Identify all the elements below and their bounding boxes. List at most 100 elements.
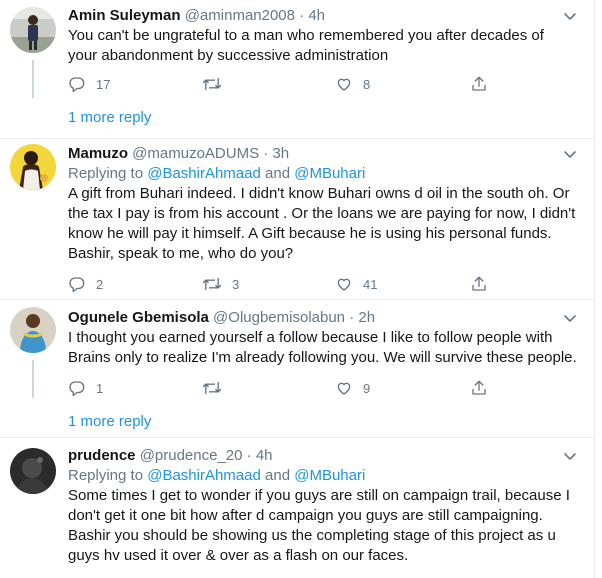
avatar[interactable] xyxy=(10,307,56,353)
mention-link[interactable]: @BashirAhmaad xyxy=(147,467,261,484)
share-button[interactable] xyxy=(470,378,488,398)
separator-dot: · xyxy=(349,309,355,326)
tweet-text-line: Some times I get to wonder if you guys a… xyxy=(68,487,570,504)
retweet-button[interactable]: 3 xyxy=(202,274,239,294)
replying-to-label: Replying to xyxy=(68,467,148,484)
thread-line xyxy=(32,360,34,398)
tweet-header: Mamuzo @mamuzoADUMS · 3h xyxy=(68,144,580,164)
tweet[interactable]: Ogunele Gbemisola @Olugbemisolabun · 2h … xyxy=(0,300,594,438)
tweet-text-line: I thought you earned yourself a follow b… xyxy=(68,329,553,346)
replying-to-and: and xyxy=(260,467,295,484)
reply-button[interactable]: 2 xyxy=(68,274,103,294)
retweet-icon xyxy=(202,277,222,291)
retweet-icon xyxy=(202,77,222,91)
share-icon xyxy=(472,380,486,395)
like-count: 9 xyxy=(363,380,371,396)
reply-count: 17 xyxy=(96,76,111,92)
mention-link[interactable]: @MBuhari xyxy=(294,467,365,484)
display-name[interactable]: Ogunele Gbemisola xyxy=(68,309,209,326)
chevron-down-icon[interactable] xyxy=(560,446,580,466)
chevron-down-icon[interactable] xyxy=(560,6,580,26)
tweet-text-line: You can't be ungrateful to a man who rem… xyxy=(68,27,544,44)
tweet-text-line: know he will pay it himself. A Gift beca… xyxy=(68,225,552,242)
like-count: 41 xyxy=(363,276,378,292)
replying-to: Replying to @BashirAhmaad and @MBuhari xyxy=(68,466,580,486)
heart-icon xyxy=(337,382,351,395)
share-button[interactable] xyxy=(470,274,488,294)
tweet-text-line: guys hv used it over & over as a flash o… xyxy=(68,547,409,564)
avatar[interactable] xyxy=(10,144,56,190)
like-button[interactable]: 9 xyxy=(335,378,370,398)
tweet-actions: 2 3 41 xyxy=(68,274,498,294)
separator-dot: · xyxy=(263,145,269,162)
reply-icon xyxy=(69,277,85,293)
show-more-replies-link[interactable]: 1 more reply xyxy=(68,412,151,432)
heart-icon xyxy=(337,78,351,91)
display-name[interactable]: Mamuzo xyxy=(68,145,128,162)
avatar[interactable] xyxy=(10,448,56,494)
mention-link[interactable]: @BashirAhmaad xyxy=(147,165,261,182)
user-handle[interactable]: @aminman2008 xyxy=(185,7,295,24)
timestamp[interactable]: 2h xyxy=(358,309,375,326)
reply-button[interactable]: 1 xyxy=(68,378,103,398)
tweet-text-line: A gift from Buhari indeed. I didn't know… xyxy=(68,185,570,202)
like-button[interactable]: 41 xyxy=(335,274,377,294)
tweet-text-line: your abandonment by successive administr… xyxy=(68,47,389,64)
tweet-text-line: Bashir, speak to me, who do you? xyxy=(68,245,294,262)
tweet-header: Amin Suleyman @aminman2008 · 4h xyxy=(68,6,580,26)
separator-dot: · xyxy=(299,7,305,24)
tweet[interactable]: Amin Suleyman @aminman2008 · 4h You can'… xyxy=(0,0,594,139)
reply-button[interactable]: 17 xyxy=(68,74,110,94)
tweet-text: I thought you earned yourself a follow b… xyxy=(68,328,580,368)
timestamp[interactable]: 3h xyxy=(272,145,289,162)
like-count: 8 xyxy=(363,76,371,92)
tweet-text-line: Brains only to realize I'm already follo… xyxy=(68,349,577,366)
share-icon xyxy=(472,76,486,91)
display-name[interactable]: Amin Suleyman xyxy=(68,7,181,24)
reply-icon xyxy=(69,381,85,397)
tweet-actions: 1 9 xyxy=(68,378,498,398)
reply-icon xyxy=(69,77,85,93)
retweet-count: 3 xyxy=(232,276,240,292)
tweet-text-line: Bashir you should be showing us the comp… xyxy=(68,527,556,544)
reply-count: 2 xyxy=(96,276,104,292)
like-button[interactable]: 8 xyxy=(335,74,370,94)
user-handle[interactable]: @mamuzoADUMS xyxy=(132,145,259,162)
share-button[interactable] xyxy=(470,74,488,94)
tweet-header: Ogunele Gbemisola @Olugbemisolabun · 2h xyxy=(68,308,580,328)
replies-feed: Amin Suleyman @aminman2008 · 4h You can'… xyxy=(0,0,595,578)
user-handle[interactable]: @prudence_20 xyxy=(140,447,243,464)
avatar-image xyxy=(10,307,56,353)
tweet-actions: 17 8 xyxy=(68,74,498,94)
timestamp[interactable]: 4h xyxy=(308,7,325,24)
avatar-image xyxy=(10,7,56,53)
retweet-button[interactable] xyxy=(202,378,232,398)
tweet-text-line: don't get it one bit how after d campaig… xyxy=(68,507,543,524)
chevron-down-icon[interactable] xyxy=(560,144,580,164)
reply-count: 1 xyxy=(96,380,104,396)
replying-to: Replying to @BashirAhmaad and @MBuhari xyxy=(68,164,580,184)
replying-to-label: Replying to xyxy=(68,165,148,182)
tweet-text: Some times I get to wonder if you guys a… xyxy=(68,486,580,566)
heart-icon xyxy=(337,278,351,291)
share-icon xyxy=(472,276,486,291)
replying-to-and: and xyxy=(260,165,295,182)
avatar[interactable] xyxy=(10,7,56,53)
tweet-header: prudence @prudence_20 · 4h xyxy=(68,446,580,466)
timestamp[interactable]: 4h xyxy=(256,447,273,464)
avatar-image xyxy=(10,448,56,494)
show-more-replies-link[interactable]: 1 more reply xyxy=(68,108,151,128)
thread-line xyxy=(32,60,34,98)
tweet-text: A gift from Buhari indeed. I didn't know… xyxy=(68,184,580,264)
mention-link[interactable]: @MBuhari xyxy=(294,165,365,182)
user-handle[interactable]: @Olugbemisolabun xyxy=(213,309,345,326)
chevron-down-icon[interactable] xyxy=(560,308,580,328)
avatar-image xyxy=(10,144,56,190)
tweet[interactable]: prudence @prudence_20 · 4h Replying to @… xyxy=(0,438,594,578)
tweet-text: You can't be ungrateful to a man who rem… xyxy=(68,26,580,66)
tweet[interactable]: Mamuzo @mamuzoADUMS · 3h Replying to @Ba… xyxy=(0,139,594,300)
retweet-icon xyxy=(202,381,222,395)
retweet-button[interactable] xyxy=(202,74,232,94)
tweet-text-line: the tax I pay is from his account . Or t… xyxy=(68,205,576,222)
display-name[interactable]: prudence xyxy=(68,447,136,464)
